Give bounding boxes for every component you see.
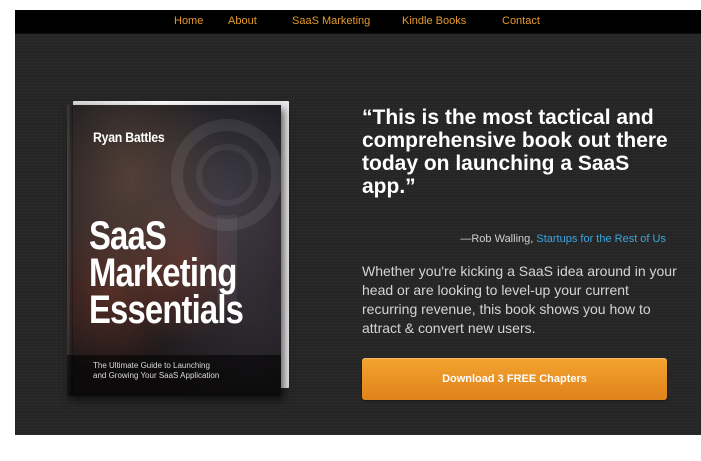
download-chapters-button[interactable]: Download 3 FREE Chapters [362, 358, 667, 400]
book-title-line: Marketing [89, 251, 237, 295]
nav-item-kindle-books[interactable]: Kindle Books [402, 15, 466, 27]
book-title: SaaS Marketing Essentials [89, 214, 244, 332]
book-subtitle: The Ultimate Guide to Launching and Grow… [93, 361, 219, 381]
book-cover-image: Ryan Battles SaaS Marketing Essentials T… [67, 101, 289, 396]
book-description: Whether you're kicking a SaaS idea aroun… [362, 263, 677, 336]
book-subtitle-line: and Growing Your SaaS Application [93, 371, 220, 380]
book-title-line: SaaS [89, 214, 167, 258]
cover-spine [67, 105, 73, 396]
book-cover: Ryan Battles SaaS Marketing Essentials T… [67, 105, 281, 396]
testimonial-attribution: —Rob Walling, Startups for the Rest of U… [460, 233, 666, 245]
book-title-line: Essentials [89, 288, 244, 332]
page-frame: Home About SaaS Marketing Kindle Books C… [15, 10, 701, 435]
attribution-link[interactable]: Startups for the Rest of Us [536, 233, 666, 245]
book-author: Ryan Battles [93, 129, 165, 145]
nav-item-home[interactable]: Home [174, 15, 203, 27]
attribution-author: —Rob Walling, [460, 233, 537, 245]
testimonial-quote: “This is the most tactical and comprehen… [362, 106, 668, 198]
nav-item-saas-marketing[interactable]: SaaS Marketing [292, 15, 370, 27]
top-nav: Home About SaaS Marketing Kindle Books C… [15, 10, 701, 34]
nav-item-contact[interactable]: Contact [502, 15, 540, 27]
book-subtitle-line: The Ultimate Guide to Launching [93, 361, 210, 370]
nav-item-about[interactable]: About [228, 15, 257, 27]
